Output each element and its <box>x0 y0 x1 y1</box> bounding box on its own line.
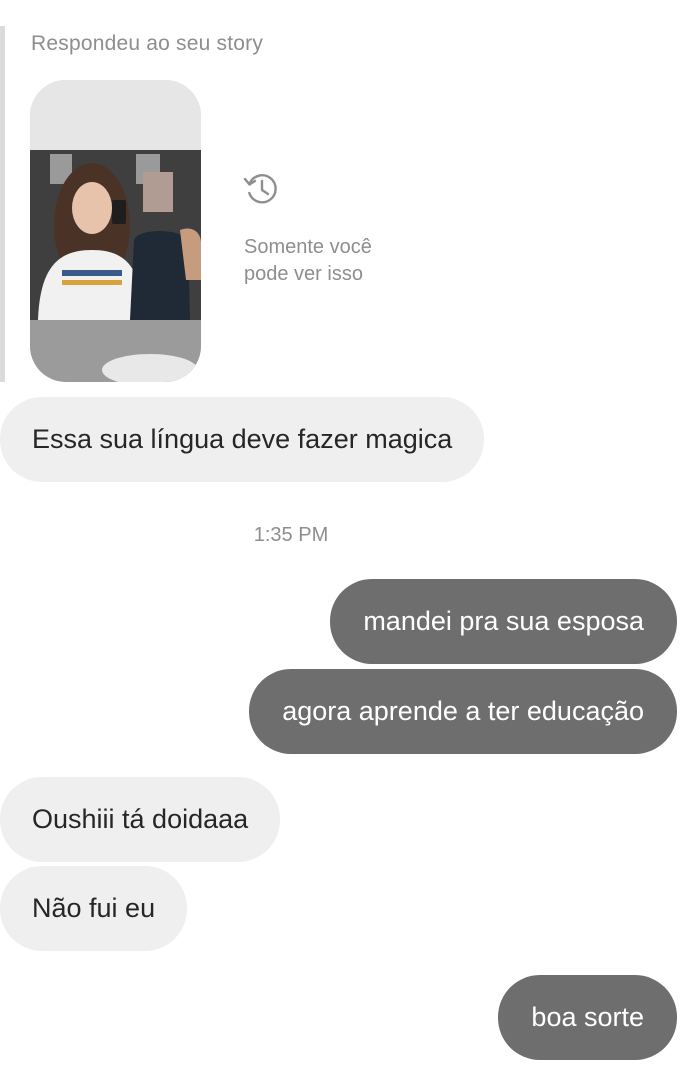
message-bubble-outgoing[interactable]: boa sorte <box>498 975 677 1060</box>
visibility-note: Somente você pode ver isso <box>243 170 444 288</box>
story-reply-rail <box>0 26 5 382</box>
message-bubble-incoming[interactable]: Essa sua língua deve fazer magica <box>0 397 485 482</box>
message-bubble-incoming[interactable]: Oushiii tá doidaaa <box>0 777 281 862</box>
message-timestamp: 1:35 PM <box>253 524 329 546</box>
story-thumbnail[interactable] <box>30 80 201 382</box>
visibility-note-text: Somente você pode ver isso <box>244 236 372 285</box>
message-bubble-outgoing[interactable]: agora aprende a ter educação <box>249 669 677 754</box>
history-clock-icon <box>243 174 277 204</box>
story-selfie-image <box>30 80 201 382</box>
message-bubble-incoming[interactable]: Não fui eu <box>0 866 188 951</box>
message-bubble-outgoing[interactable]: mandei pra sua esposa <box>330 579 677 664</box>
story-reply-caption: Respondeu ao seu story <box>31 32 264 55</box>
